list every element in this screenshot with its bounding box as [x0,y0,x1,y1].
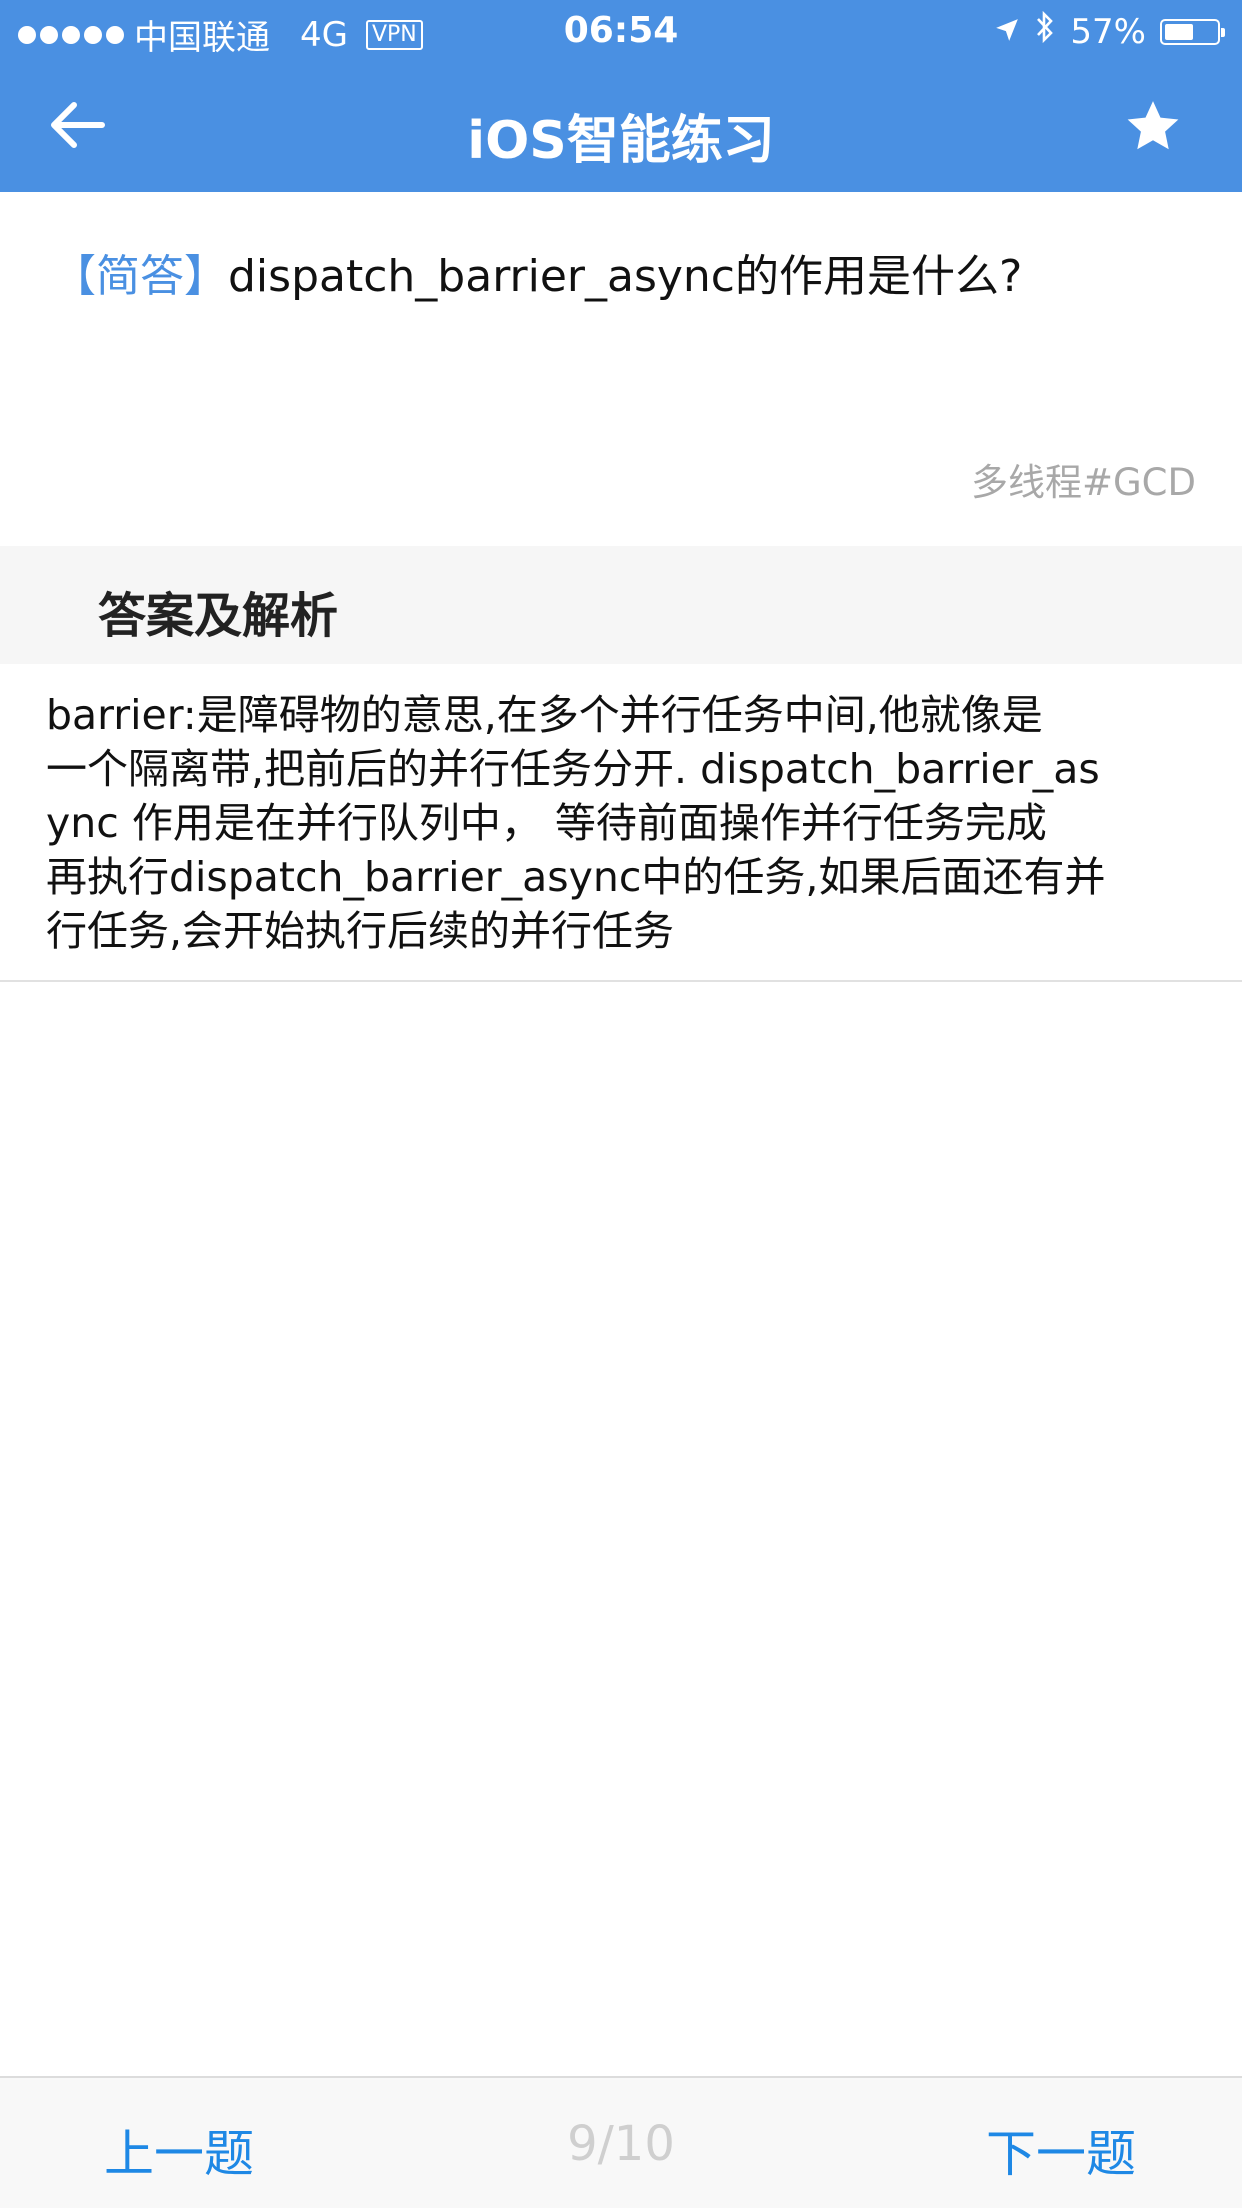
status-right: 57% [994,10,1225,53]
answer-body: barrier:是障碍物的意思,在多个并行任务中间,他就像是 一个隔离带,把前后… [46,688,1196,958]
question-body: dispatch_barrier_async的作用是什么? [228,251,1023,302]
battery-icon [1160,18,1225,45]
battery-percent: 57% [1070,11,1146,52]
star-icon [1124,99,1182,159]
status-bar: 中国联通 4G VPN 06:54 57% [0,0,1242,62]
answer-line: barrier:是障碍物的意思,在多个并行任务中间,他就像是 [46,691,1043,739]
answer-line: 行任务,会开始执行后续的并行任务 [46,907,675,955]
answer-heading: 答案及解析 [98,588,339,644]
app-header: 中国联通 4G VPN 06:54 57% iOS智能练习 [0,0,1242,192]
favorite-button[interactable] [1118,94,1188,164]
divider [0,980,1242,982]
next-question-button[interactable]: 下一题 [986,2114,1136,2186]
answer-line: 再执行dispatch_barrier_async中的任务,如果后面还有并 [46,853,1106,901]
page-title: iOS智能练习 [467,111,775,171]
bluetooth-icon [1034,10,1056,53]
question-type-tag: 【简答】 [52,251,228,302]
answer-section-header: 答案及解析 [0,546,1242,664]
question-text: 【简答】dispatch_barrier_async的作用是什么? [52,240,1202,304]
answer-line: ync 作用是在并行队列中， 等待前面操作并行任务完成 [46,799,1047,847]
nav-bar: iOS智能练习 [0,62,1242,192]
battery-fill [1165,23,1193,40]
answer-line: 一个隔离带,把前后的并行任务分开. dispatch_barrier_as [46,745,1100,793]
bottom-bar: 上一题 9/10 下一题 [0,2076,1242,2208]
topic-tag: 多线程#GCD [971,461,1196,504]
location-arrow-icon [994,12,1020,52]
